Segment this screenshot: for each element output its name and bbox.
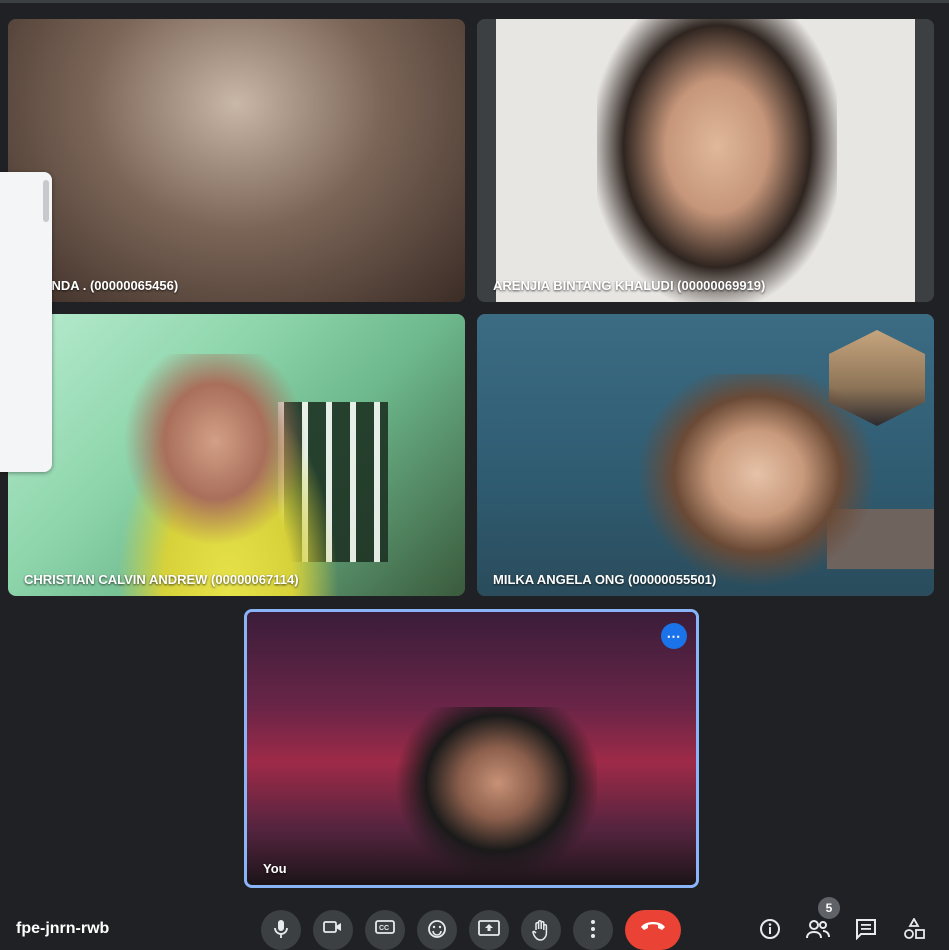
call-end-icon [641,922,665,930]
microphone-icon [274,920,288,938]
meeting-code: fpe-jnrn-rwb [16,920,110,937]
self-figure [377,707,597,885]
participant-tile-milka[interactable]: MILKA ANGELA ONG (00000055501) [477,314,934,596]
participant-name: ARENJIA BINTANG KHALUDI (00000069919) [493,278,766,293]
activities-button[interactable] [901,917,927,942]
more-horiz-icon[interactable]: ⋯ [661,623,687,649]
more-vert-icon [591,920,595,938]
participant-tile-christian[interactable]: CHRISTIAN CALVIN ANDREW (00000067114) [8,314,465,596]
side-panel[interactable] [0,172,52,472]
top-divider [0,0,949,3]
participant-figure [627,374,887,596]
present-button[interactable] [469,910,509,950]
people-count-badge: 5 [818,897,840,919]
videocam-icon [323,921,341,933]
participant-video [8,19,465,302]
end-call-button[interactable] [625,910,681,950]
chat-button[interactable] [853,918,879,942]
participant-figure [597,19,837,302]
meeting-info-button[interactable] [757,918,783,942]
raise-hand-button[interactable] [521,910,561,950]
self-name: You [263,861,287,876]
self-view-tile[interactable]: ⋯ You [244,609,699,888]
emoji-icon [428,920,446,938]
closed-captions-icon: CC [375,920,395,934]
participant-tile-brenda[interactable]: BRENDA . (00000065456) [8,19,465,302]
chat-icon [856,919,876,941]
svg-text:CC: CC [379,925,389,932]
activities-icon [904,917,925,939]
reactions-button[interactable] [417,910,457,950]
more-options-button[interactable] [573,910,613,950]
panel-scroll-handle[interactable] [43,180,49,222]
present-screen-icon [478,920,500,936]
mic-button[interactable] [261,910,301,950]
participant-figure [98,354,358,596]
info-icon [760,919,780,939]
participant-name: CHRISTIAN CALVIN ANDREW (00000067114) [24,572,299,587]
people-button[interactable] [805,918,831,942]
captions-button[interactable]: CC [365,910,405,950]
camera-button[interactable] [313,910,353,950]
participant-name: MILKA ANGELA ONG (00000055501) [493,572,717,587]
people-icon [806,920,830,939]
participant-tile-arenjia[interactable]: ARENJIA BINTANG KHALUDI (00000069919) [477,19,934,302]
